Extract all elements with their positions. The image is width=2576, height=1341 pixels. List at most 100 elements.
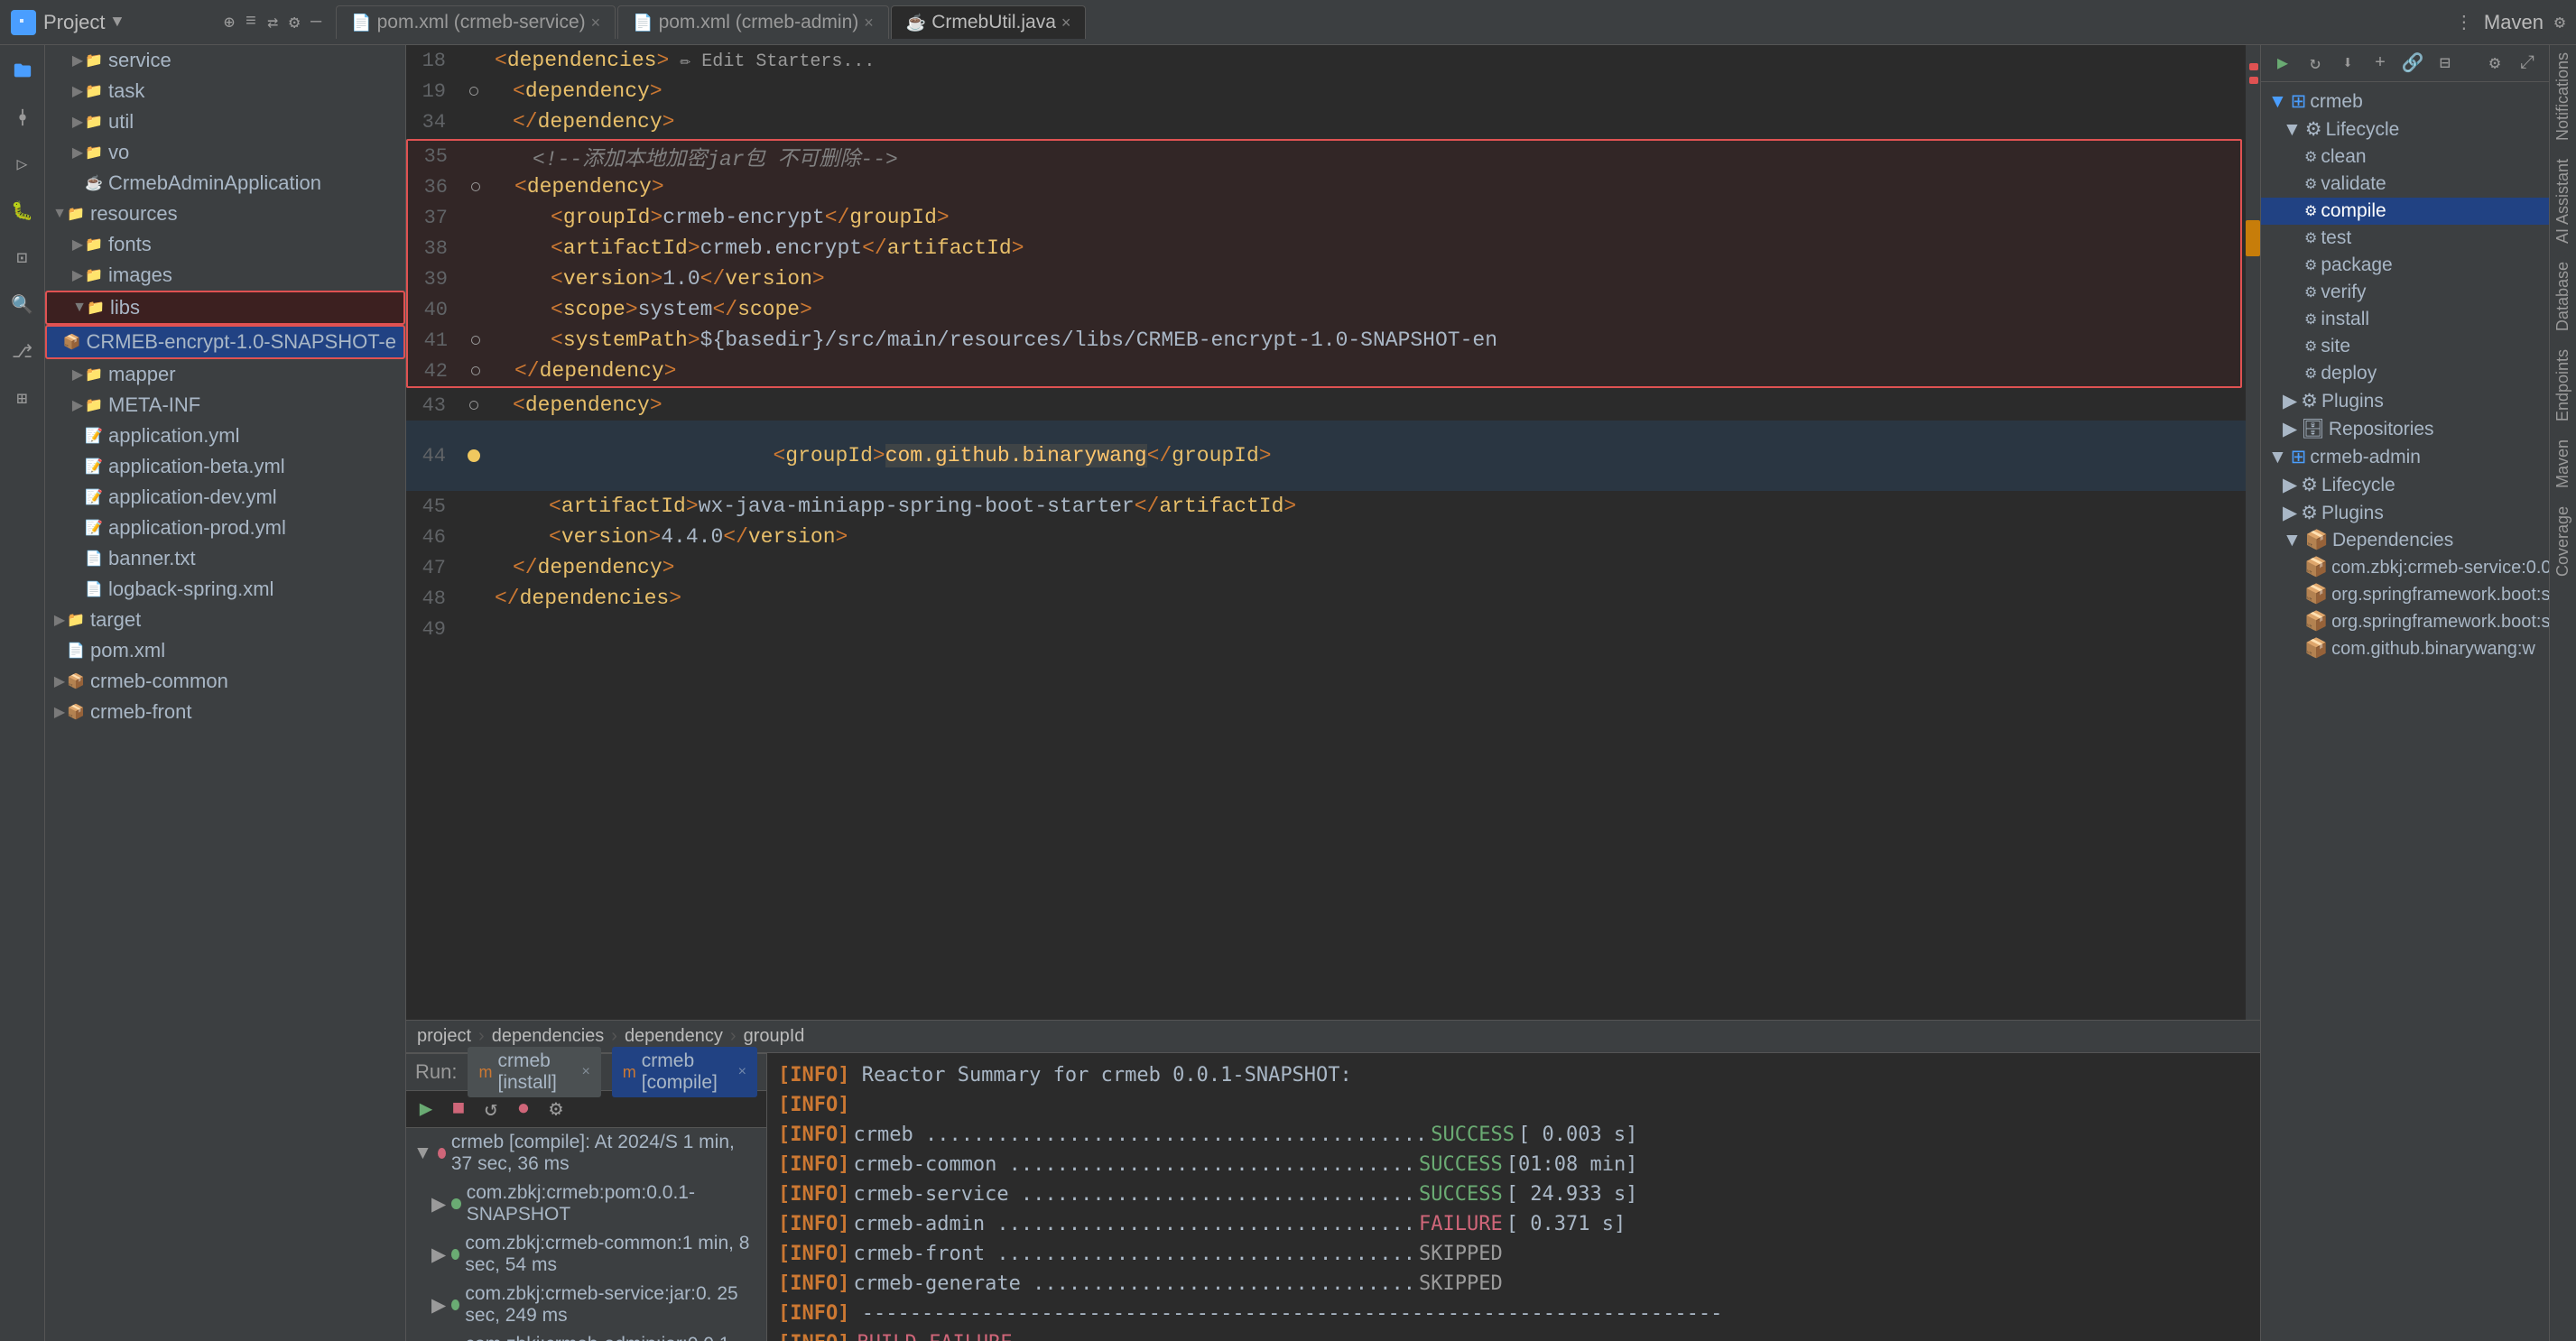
maven-settings-icon[interactable]: ⚙ xyxy=(2554,11,2565,34)
tree-item-service[interactable]: ▶ 📁 service xyxy=(45,45,405,76)
code-editor[interactable]: 18 <dependencies> ✏ Edit Starters... 19 xyxy=(406,45,2260,1020)
notification-item-ai[interactable]: AI Assistant xyxy=(2553,159,2572,244)
maven-repositories[interactable]: ▶ 🗄 Repositories xyxy=(2261,415,2549,443)
sync-icon[interactable]: ⊕ xyxy=(224,11,235,34)
tree-item-app-yml[interactable]: 📝 application.yml xyxy=(45,421,405,451)
maven-admin-plugins[interactable]: ▶ ⚙ Plugins xyxy=(2261,499,2549,527)
maven-item-deploy[interactable]: ⚙ deploy xyxy=(2261,360,2549,387)
notification-item-notif[interactable]: Notifications xyxy=(2553,52,2572,141)
run-icon-btn[interactable]: ▷ xyxy=(6,148,39,180)
maven-item-verify[interactable]: ⚙ verify xyxy=(2261,279,2549,306)
tree-item-crmeb-encrypt[interactable]: 📦 CRMEB-encrypt-1.0-SNAPSHOT-e xyxy=(45,325,405,359)
maven-dep-crmeb-service[interactable]: 📦 com.zbkj:crmeb-service:0.0.1 xyxy=(2261,554,2549,581)
fold-indicator5[interactable] xyxy=(469,401,478,410)
maven-download-btn[interactable]: ⬇ xyxy=(2335,51,2360,76)
folder-icon-btn[interactable] xyxy=(6,54,39,87)
fold-indicator[interactable] xyxy=(469,87,478,96)
tree-item-logback[interactable]: 📄 logback-spring.xml xyxy=(45,574,405,605)
tab-close-icon[interactable]: × xyxy=(591,14,601,32)
project-dropdown-icon[interactable]: ▼ xyxy=(112,14,122,32)
breadcrumb-dependency[interactable]: dependency xyxy=(625,1026,723,1047)
maven-dep-binary[interactable]: 📦 com.github.binarywang:w xyxy=(2261,635,2549,662)
more-icon[interactable]: ⋮ xyxy=(2455,11,2473,34)
tree-item-resources[interactable]: ▼ 📁 resources xyxy=(45,199,405,229)
maven-dep-spring1[interactable]: 📦 org.springframework.boot:sp xyxy=(2261,581,2549,608)
maven-item-test[interactable]: ⚙ test xyxy=(2261,225,2549,252)
breadcrumb-groupid[interactable]: groupId xyxy=(744,1026,805,1047)
settings-icon[interactable]: ⚙ xyxy=(289,11,300,34)
maven-item-compile[interactable]: ⚙ compile xyxy=(2261,198,2549,225)
maven-item-site[interactable]: ⚙ site xyxy=(2261,333,2549,360)
maven-admin-deps[interactable]: ▼ 📦 Dependencies xyxy=(2261,527,2549,554)
run-item-pom[interactable]: ▶ com.zbkj:crmeb:pom:0.0.1-SNAPSHOT xyxy=(406,1179,766,1229)
tab-close-icon3[interactable]: × xyxy=(1061,14,1071,32)
tree-item-mapper[interactable]: ▶ 📁 mapper xyxy=(45,359,405,390)
run-item-admin[interactable]: ▶ com.zbkj:crmeb-admin:jar:0.0.1-SNA 452… xyxy=(406,1330,766,1341)
maven-crmeb-root[interactable]: ▼ ⊞ crmeb xyxy=(2261,88,2549,116)
tree-item-vo[interactable]: ▶ 📁 vo xyxy=(45,137,405,168)
maven-lifecycle[interactable]: ▼ ⚙ Lifecycle xyxy=(2261,116,2549,143)
run-tab-close1[interactable]: × xyxy=(581,1064,589,1080)
breadcrumb-project[interactable]: project xyxy=(417,1026,471,1047)
tree-item-banner[interactable]: 📄 banner.txt xyxy=(45,543,405,574)
maven-admin-lifecycle[interactable]: ▶ ⚙ Lifecycle xyxy=(2261,471,2549,499)
maven-item-validate[interactable]: ⚙ validate xyxy=(2261,171,2549,198)
tree-item-app-prod[interactable]: 📝 application-prod.yml xyxy=(45,513,405,543)
tab-close-icon2[interactable]: × xyxy=(864,14,874,32)
maven-crmeb-admin[interactable]: ▼ ⊞ crmeb-admin xyxy=(2261,443,2549,471)
fold-indicator3[interactable] xyxy=(471,336,480,345)
notification-item-coverage[interactable]: Coverage xyxy=(2553,506,2572,577)
run-error-btn[interactable]: ● xyxy=(511,1096,536,1122)
maven-collapse-btn[interactable]: ⊟ xyxy=(2432,51,2458,76)
maven-add-btn[interactable]: + xyxy=(2368,51,2393,76)
fold-indicator4[interactable] xyxy=(471,366,480,375)
run-tab-compile[interactable]: m crmeb [compile] × xyxy=(612,1047,757,1097)
diff-icon[interactable]: ⇄ xyxy=(267,11,278,34)
run-settings-btn[interactable]: ⚙ xyxy=(543,1096,569,1122)
structure-icon[interactable]: ≡ xyxy=(246,12,256,32)
maven-run-btn[interactable]: ▶ xyxy=(2270,51,2295,76)
tree-item-target[interactable]: ▶ 📁 target xyxy=(45,605,405,635)
run-stop-btn[interactable]: ■ xyxy=(446,1096,471,1122)
run-tab-close2[interactable]: × xyxy=(738,1064,746,1080)
commit-icon-btn[interactable] xyxy=(6,101,39,134)
tab-crmeb-util[interactable]: ☕ CrmebUtil.java × xyxy=(891,5,1087,39)
console-output[interactable]: [INFO] Reactor Summary for crmeb 0.0.1-S… xyxy=(767,1053,2260,1341)
tree-item-app[interactable]: ☕ CrmebAdminApplication xyxy=(45,168,405,199)
tab-pom-service[interactable]: 📄 pom.xml (crmeb-service) × xyxy=(336,5,616,39)
run-play-btn[interactable]: ▶ xyxy=(413,1096,439,1122)
structure-icon-btn[interactable]: ⊞ xyxy=(6,383,39,415)
run-rerun-btn[interactable]: ↺ xyxy=(478,1096,504,1122)
terminal-icon-btn[interactable]: ⊡ xyxy=(6,242,39,274)
maven-dep-spring2[interactable]: 📦 org.springframework.boot:sp xyxy=(2261,608,2549,635)
tree-item-util[interactable]: ▶ 📁 util xyxy=(45,106,405,137)
maven-settings-btn[interactable]: ⚙ xyxy=(2482,51,2507,76)
tree-item-app-beta[interactable]: 📝 application-beta.yml xyxy=(45,451,405,482)
git-icon-btn[interactable]: ⎇ xyxy=(6,336,39,368)
tree-item-crmeb-front[interactable]: ▶ 📦 crmeb-front xyxy=(45,697,405,727)
run-item-compile[interactable]: ▼ crmeb [compile]: At 2024/S 1 min, 37 s… xyxy=(406,1128,766,1179)
tree-item-task[interactable]: ▶ 📁 task xyxy=(45,76,405,106)
run-item-service[interactable]: ▶ com.zbkj:crmeb-service:jar:0. 25 sec, … xyxy=(406,1280,766,1330)
run-tab-install[interactable]: m crmeb [install] × xyxy=(468,1047,600,1097)
search-icon-btn[interactable]: 🔍 xyxy=(6,289,39,321)
tree-item-crmeb-common[interactable]: ▶ 📦 crmeb-common xyxy=(45,666,405,697)
breadcrumb-dependencies[interactable]: dependencies xyxy=(492,1026,605,1047)
tree-item-pom-xml[interactable]: 📄 pom.xml xyxy=(45,635,405,666)
notification-item-maven[interactable]: Maven xyxy=(2553,439,2572,488)
tree-item-meta[interactable]: ▶ 📁 META-INF xyxy=(45,390,405,421)
run-item-common[interactable]: ▶ com.zbkj:crmeb-common:1 min, 8 sec, 54… xyxy=(406,1229,766,1280)
tree-item-images[interactable]: ▶ 📁 images xyxy=(45,260,405,291)
tree-item-fonts[interactable]: ▶ 📁 fonts xyxy=(45,229,405,260)
maven-link-btn[interactable]: 🔗 xyxy=(2400,51,2425,76)
maven-item-clean[interactable]: ⚙ clean xyxy=(2261,143,2549,171)
tree-item-libs[interactable]: ▼ 📁 libs xyxy=(45,291,405,325)
tree-item-app-dev[interactable]: 📝 application-dev.yml xyxy=(45,482,405,513)
minimize-icon[interactable]: — xyxy=(310,12,321,32)
fold-indicator2[interactable] xyxy=(471,182,480,191)
maven-plugins[interactable]: ▶ ⚙ Plugins xyxy=(2261,387,2549,415)
maven-expand-btn[interactable]: ⤢ xyxy=(2515,51,2540,76)
maven-item-package[interactable]: ⚙ package xyxy=(2261,252,2549,279)
maven-refresh-btn[interactable]: ↻ xyxy=(2303,51,2328,76)
edit-starters-link[interactable]: ✏ Edit Starters... xyxy=(680,49,875,72)
